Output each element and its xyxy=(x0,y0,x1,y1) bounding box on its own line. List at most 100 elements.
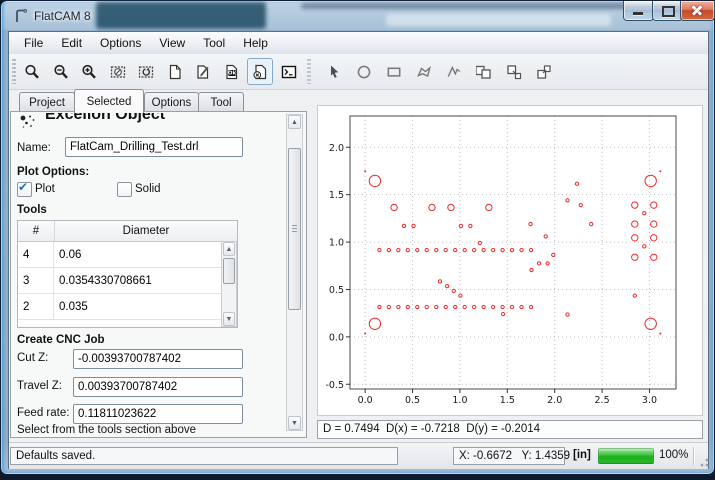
shell-icon[interactable] xyxy=(276,58,302,85)
tab-tool[interactable]: Tool xyxy=(198,92,244,112)
menu-item-tool[interactable]: Tool xyxy=(194,33,234,53)
menu-item-edit[interactable]: Edit xyxy=(52,33,91,53)
new-document-icon[interactable] xyxy=(162,58,188,85)
draw-rectangle-icon[interactable] xyxy=(381,58,407,85)
edit-document-icon[interactable] xyxy=(190,58,216,85)
titlebar-ghost xyxy=(96,2,266,29)
scroll-up-button[interactable]: ▲ xyxy=(223,242,235,256)
delete-object-icon[interactable] xyxy=(247,58,273,85)
svg-text:1.0: 1.0 xyxy=(452,395,467,406)
svg-text:0.0: 0.0 xyxy=(358,395,373,406)
tools-label: Tools xyxy=(17,204,47,216)
selected-object-panel: Excellon Object Name: Plot Options: ✔Plo… xyxy=(10,111,307,438)
draw-path-icon[interactable] xyxy=(441,58,467,85)
tool-number-cell[interactable]: 2 xyxy=(18,294,54,319)
scrollbar-thumb[interactable] xyxy=(223,258,235,284)
table-row[interactable]: 40.06 xyxy=(18,242,222,268)
select-pointer-icon[interactable] xyxy=(321,58,347,85)
checkbox-solid[interactable] xyxy=(117,182,132,197)
units-label: [in] xyxy=(573,449,591,461)
progress-percent: 100% xyxy=(659,449,688,461)
scatter-plot[interactable]: 0.00.51.01.52.02.53.0-0.50.00.51.01.52.0 xyxy=(318,106,702,415)
field-label-cut-z-: Cut Z: xyxy=(17,352,48,364)
excellon-drill-icon xyxy=(19,114,39,130)
panel-scrollbar[interactable]: ▲ ▼ xyxy=(286,114,303,431)
table-scrollbar[interactable]: ▲ ▼ xyxy=(221,241,237,327)
svg-text:2.0: 2.0 xyxy=(329,143,344,154)
tool-number-cell[interactable]: 4 xyxy=(18,242,54,267)
svg-text:-0.5: -0.5 xyxy=(325,380,344,391)
menu-bar: FileEditOptionsViewToolHelp xyxy=(9,32,708,55)
flatcam-logo-icon xyxy=(13,8,29,24)
clear-plot-icon[interactable] xyxy=(105,58,131,85)
maximize-button[interactable] xyxy=(652,1,683,21)
check-icon: ✔ xyxy=(18,180,28,194)
scroll-down-button[interactable]: ▼ xyxy=(288,416,301,430)
svg-text:0.0: 0.0 xyxy=(329,332,344,343)
status-message: Defaults saved. xyxy=(10,447,398,465)
draw-polygon-icon[interactable] xyxy=(411,58,437,85)
svg-text:2.0: 2.0 xyxy=(547,395,562,406)
name-label: Name: xyxy=(17,142,51,154)
panel-header: Excellon Object xyxy=(15,113,275,130)
checkbox-label-solid: Solid xyxy=(135,183,161,195)
resize-grip-icon[interactable] xyxy=(697,455,709,467)
table-row[interactable]: 30.0354330708661 xyxy=(18,268,222,294)
toolbar-separator xyxy=(307,59,311,84)
menu-item-view[interactable]: View xyxy=(150,33,194,53)
col-header-number[interactable]: # xyxy=(18,221,55,241)
panel-title: Excellon Object xyxy=(45,113,165,124)
tab-selected[interactable]: Selected xyxy=(74,89,144,113)
scroll-down-icon: ▼ xyxy=(291,420,298,427)
close-button[interactable] xyxy=(680,1,715,21)
svg-text:0.5: 0.5 xyxy=(405,395,420,406)
scrollbar-thumb[interactable] xyxy=(288,148,301,310)
zoom-out-icon[interactable] xyxy=(48,58,74,85)
tool-diameter-cell[interactable]: 0.06 xyxy=(54,242,222,267)
field-input-cut-z-[interactable] xyxy=(73,349,243,369)
tool-number-cell[interactable]: 3 xyxy=(18,268,54,293)
app-window: FlatCAM 8 FileEditOptionsViewToolHelp Ok… xyxy=(0,0,715,475)
table-row[interactable]: 20.035 xyxy=(18,294,222,320)
title-bar[interactable]: FlatCAM 8 xyxy=(1,1,714,31)
col-header-diameter[interactable]: Diameter xyxy=(55,221,237,241)
checkbox-plot[interactable]: ✔ xyxy=(17,182,32,197)
status-separator xyxy=(693,447,694,465)
menu-item-options[interactable]: Options xyxy=(91,33,150,53)
svg-text:2.5: 2.5 xyxy=(595,395,610,406)
zoom-in-icon[interactable] xyxy=(76,58,102,85)
field-input-travel-z-[interactable] xyxy=(73,377,243,397)
minimize-button[interactable] xyxy=(623,1,654,21)
svg-text:0.5: 0.5 xyxy=(329,285,344,296)
tool-diameter-cell[interactable]: 0.035 xyxy=(54,294,222,319)
minimize-icon xyxy=(633,12,643,15)
menu-item-help[interactable]: Help xyxy=(234,33,277,53)
menu-item-file[interactable]: File xyxy=(15,33,52,53)
tools-hint-text: Select from the tools section above xyxy=(17,424,196,436)
tab-project[interactable]: Project xyxy=(19,92,75,112)
copy-drills-icon[interactable] xyxy=(531,58,557,85)
scroll-up-button[interactable]: ▲ xyxy=(288,115,301,129)
field-label-travel-z-: Travel Z: xyxy=(17,380,62,392)
apply-edit-icon[interactable]: Ok xyxy=(219,58,245,85)
replot-icon[interactable] xyxy=(133,58,159,85)
scroll-down-button[interactable]: ▼ xyxy=(223,312,235,326)
draw-circle-icon[interactable] xyxy=(351,58,377,85)
name-input[interactable] xyxy=(65,137,243,157)
tools-table-body: 40.0630.035433070866120.035 xyxy=(18,242,237,320)
zoom-fit-icon[interactable] xyxy=(19,58,45,85)
plot-canvas[interactable]: 0.00.51.01.52.02.53.0-0.50.00.51.01.52.0 xyxy=(317,105,703,416)
tool-diameter-cell[interactable]: 0.0354330708661 xyxy=(54,268,222,293)
window-content: FileEditOptionsViewToolHelp Ok ProjectSe… xyxy=(8,31,709,469)
svg-text:1.5: 1.5 xyxy=(329,190,344,201)
copy-object-icon[interactable] xyxy=(471,58,497,85)
copy-geometry-icon[interactable] xyxy=(501,58,527,85)
tools-table-header: # Diameter xyxy=(18,221,237,242)
toolbar-drag-handle[interactable] xyxy=(12,59,16,84)
maximize-icon xyxy=(662,6,675,17)
tab-options[interactable]: Options xyxy=(144,92,199,112)
tools-table: # Diameter 40.0630.035433070866120.035 ▲… xyxy=(17,220,238,328)
window-title: FlatCAM 8 xyxy=(34,9,91,23)
field-input-feed-rate-[interactable] xyxy=(73,404,243,424)
scroll-down-icon: ▼ xyxy=(226,316,233,323)
